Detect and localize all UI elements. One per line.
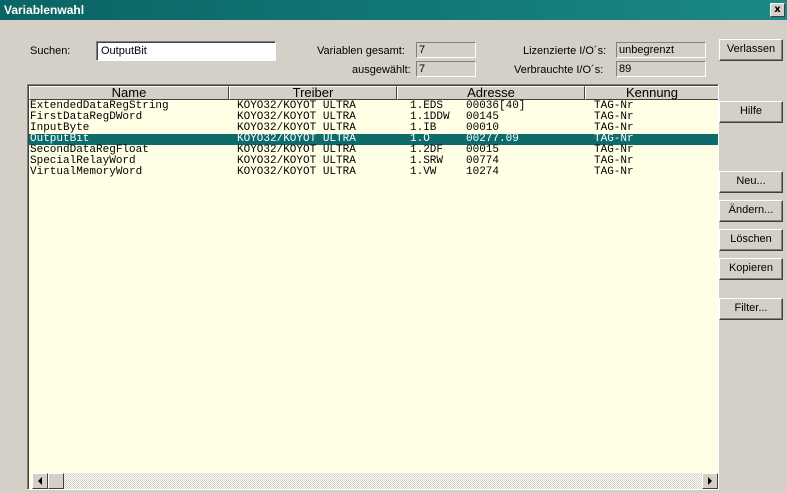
search-label: Suchen: [30,45,71,57]
help-button[interactable]: Hilfe [719,101,783,123]
selected-count-label: ausgewählt: [352,64,411,76]
row-driver-cell: KOYO32/KOYOT ULTRA [237,166,356,178]
row-name-cell: VirtualMemoryWord [30,166,143,178]
exit-button[interactable]: Verlassen [719,39,783,61]
delete-button[interactable]: Löschen [719,229,783,251]
title-bar[interactable]: Variablenwahl x [0,0,787,20]
scroll-thumb[interactable] [48,473,64,489]
licensed-io-label: Lizenzierte I/O´s: [523,45,607,57]
copy-button[interactable]: Kopieren [719,258,783,280]
total-variables-label: Variablen gesamt: [317,45,405,57]
variable-selection-dialog: Variablenwahl x Suchen: OutputBit Variab… [0,0,787,493]
row-address-cell: 1.VW [410,166,437,178]
close-icon: x [774,4,781,15]
close-button[interactable]: x [770,3,785,17]
scroll-right-button[interactable] [702,473,718,489]
licensed-io-value: unbegrenzt [616,42,706,58]
column-header-driver[interactable]: Treiber [229,86,397,100]
filter-button[interactable]: Filter... [719,298,783,320]
horizontal-scrollbar[interactable] [32,473,718,489]
column-header-id[interactable]: Kennung [585,86,718,100]
table-body: ExtendedDataRegString KOYO32/KOYOT ULTRA 1… [29,101,718,178]
scroll-left-button[interactable] [32,473,48,489]
row-offset-cell: 10274 [466,166,500,178]
variable-list[interactable]: Name Treiber Adresse Kennung ExtendedDat… [27,84,719,490]
total-variables-value: 7 [416,42,476,58]
arrow-left-icon [38,477,42,485]
search-input[interactable]: OutputBit [96,41,276,61]
column-header-address[interactable]: Adresse [397,86,585,100]
edit-button[interactable]: Ändern... [719,200,783,222]
used-io-value: 89 [616,61,706,77]
column-header-name[interactable]: Name [29,86,229,100]
row-id-cell: TAG-Nr [594,166,634,178]
selected-count-value: 7 [416,61,476,77]
table-header: Name Treiber Adresse Kennung [29,86,718,100]
arrow-right-icon [708,477,712,485]
used-io-label: Verbrauchte I/O´s: [514,64,604,76]
window-title: Variablenwahl [4,3,85,17]
table-row[interactable]: VirtualMemoryWord KOYO32/KOYOT ULTRA 1.VW 1… [29,166,718,178]
new-button[interactable]: Neu... [719,171,783,193]
